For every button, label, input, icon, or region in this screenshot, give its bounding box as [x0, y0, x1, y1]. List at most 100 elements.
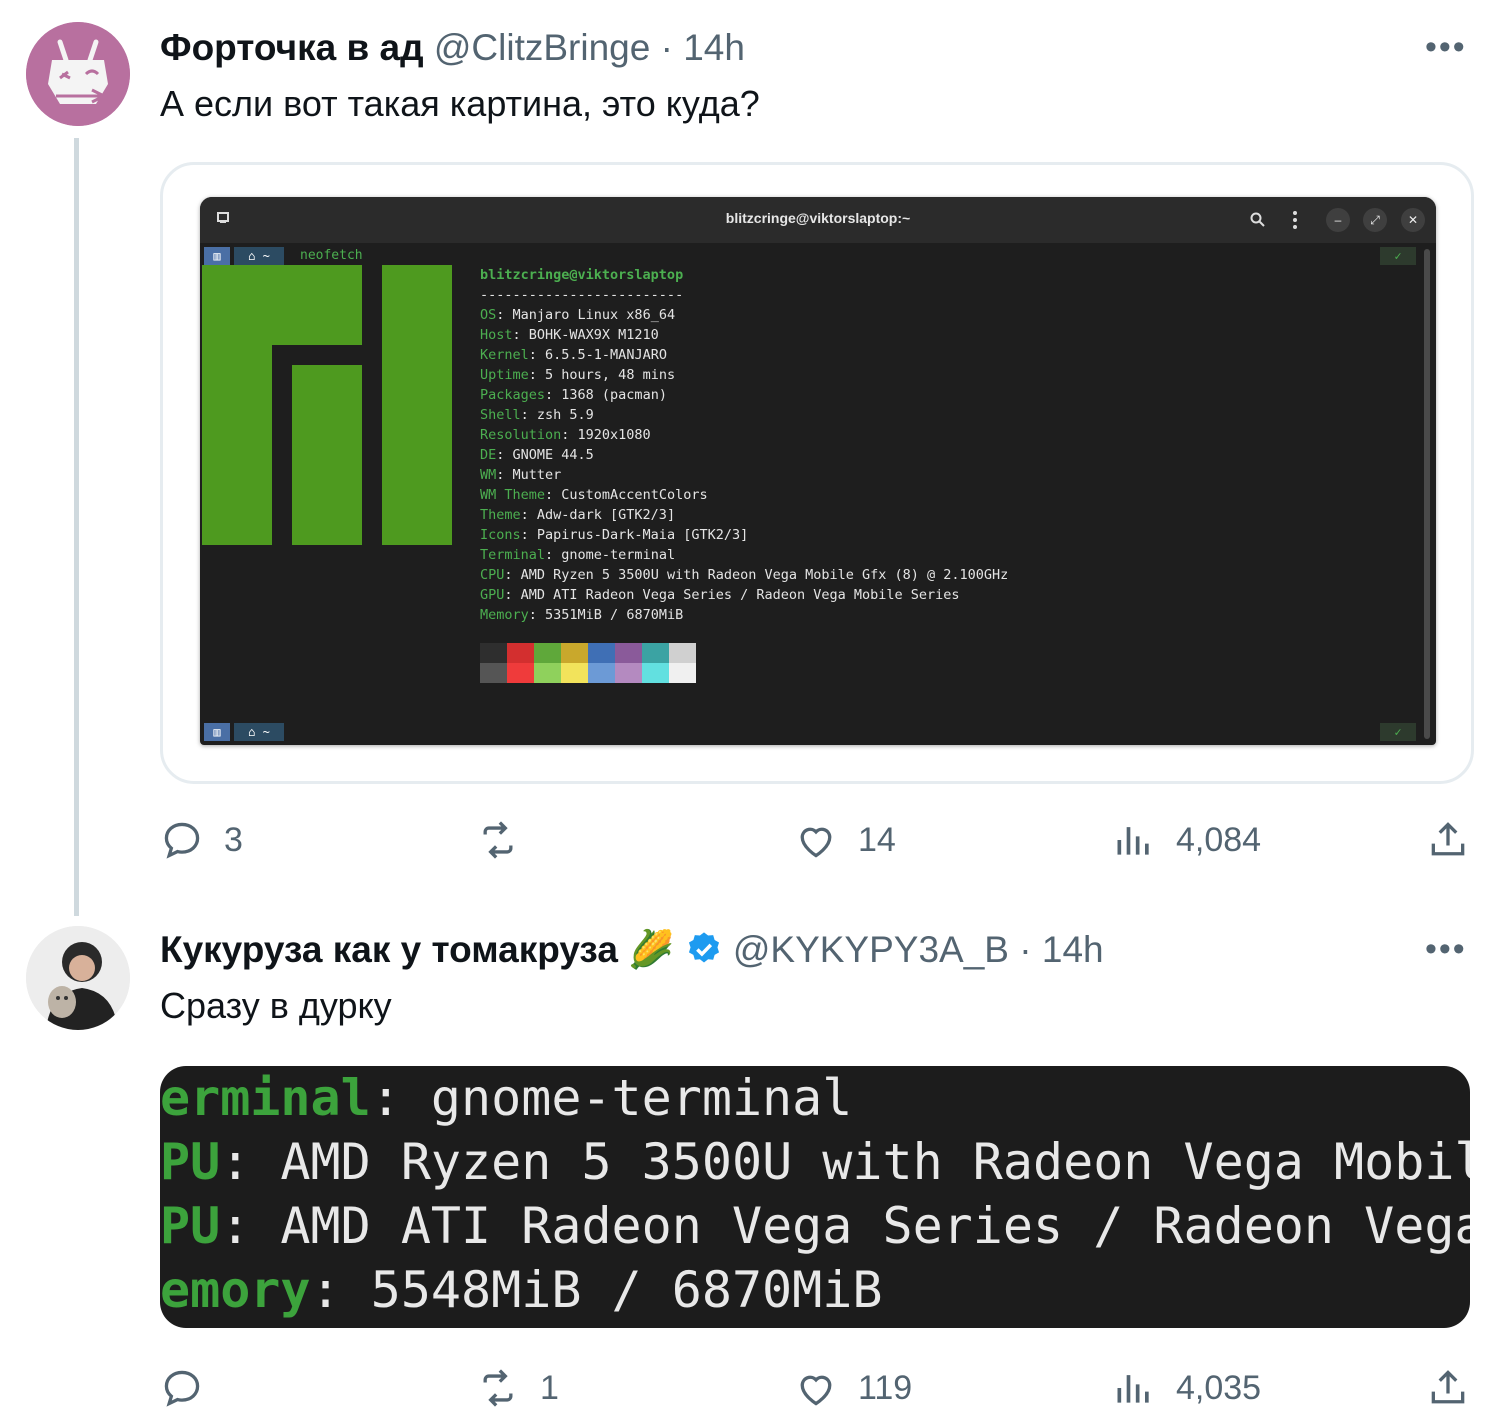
neofetch-key: Packages [480, 387, 546, 403]
more-options-button[interactable]: ••• [1425, 930, 1467, 969]
palette-swatch [534, 643, 561, 663]
neofetch-value: : Papirus-Dark-Maia [GTK2/3] [520, 527, 749, 543]
display-name[interactable]: Форточка в ад [160, 27, 424, 68]
neofetch-line: Resolution: 1920x1080 [480, 425, 651, 445]
terminal-crop-value: : gnome-terminal [370, 1069, 853, 1127]
neofetch-line: DE: GNOME 44.5 [480, 445, 594, 465]
terminal-crop-key: erminal [160, 1069, 371, 1127]
like-icon [794, 1366, 838, 1410]
neofetch-value: : AMD Ryzen 5 3500U with Radeon Vega Mob… [504, 567, 1009, 583]
terminal-titlebar: blitzcringe@viktorslaptop:~ – ⤢ ✕ [200, 197, 1436, 243]
user-handle[interactable]: @ClitzBringe [434, 27, 650, 68]
share-button[interactable] [1426, 812, 1470, 868]
like-count: 14 [858, 820, 896, 859]
close-icon: ✕ [1401, 208, 1425, 232]
terminal-crop-value: : 5548MiB / 6870MiB [310, 1261, 883, 1319]
palette-swatch [669, 663, 696, 683]
neofetch-key: Icons [480, 527, 521, 543]
neofetch-value: : Adw-dark [GTK2/3] [520, 507, 676, 523]
palette-swatch [642, 643, 669, 663]
palette-swatch [588, 663, 615, 683]
minimize-icon: – [1326, 208, 1350, 232]
tweet-media[interactable]: blitzcringe@viktorslaptop:~ – ⤢ ✕ ▥ ⌂ ~ … [160, 162, 1474, 784]
corn-emoji: 🌽 [628, 929, 675, 970]
neofetch-key: Resolution [480, 427, 562, 443]
terminal-crop-key: PU [160, 1133, 221, 1191]
maximize-icon: ⤢ [1363, 208, 1387, 232]
prompt-segment-home-2: ⌂ ~ [234, 723, 284, 741]
neofetch-value: : gnome-terminal [545, 547, 676, 563]
reply-button[interactable]: 3 [160, 812, 243, 868]
neofetch-line: Theme: Adw-dark [GTK2/3] [480, 505, 675, 525]
palette-swatch [480, 663, 507, 683]
neofetch-key: WM Theme [480, 487, 546, 503]
neofetch-line: Icons: Papirus-Dark-Maia [GTK2/3] [480, 525, 748, 545]
search-icon [1250, 212, 1266, 233]
tweet-media[interactable]: erminal: gnome-terminal PU: AMD Ryzen 5 3… [160, 1066, 1470, 1328]
neofetch-value: : CustomAccentColors [545, 487, 708, 503]
like-button[interactable]: 119 [794, 1360, 912, 1416]
neofetch-value: : 1920x1080 [561, 427, 651, 443]
kebab-menu-icon [1292, 210, 1298, 235]
terminal-window: blitzcringe@viktorslaptop:~ – ⤢ ✕ ▥ ⌂ ~ … [200, 197, 1436, 745]
like-button[interactable]: 14 [794, 812, 896, 868]
neofetch-key: CPU [480, 567, 505, 583]
like-icon [794, 818, 838, 862]
terminal-crop-key: emory [160, 1261, 311, 1319]
palette-swatch [534, 663, 561, 683]
views-count: 4,035 [1176, 1368, 1262, 1407]
palette-swatch [615, 643, 642, 663]
avatar-1[interactable] [26, 22, 130, 126]
retweet-button[interactable] [476, 812, 540, 868]
timestamp[interactable]: 14h [1042, 929, 1104, 970]
prompt-segment-home: ⌂ ~ [234, 247, 284, 265]
neofetch-key: GPU [480, 587, 505, 603]
prompt-segment-os-2: ▥ [204, 723, 230, 741]
neofetch-line: CPU: AMD Ryzen 5 3500U with Radeon Vega … [480, 565, 1008, 585]
neofetch-key: Uptime [480, 367, 529, 383]
terminal-crop-line: erminal: gnome-terminal [160, 1066, 852, 1130]
neofetch-value: : 5 hours, 48 mins [528, 367, 676, 383]
more-options-button[interactable]: ••• [1425, 28, 1467, 67]
terminal-crop-line: PU: AMD Ryzen 5 3500U with Radeon Vega M… [160, 1130, 1470, 1194]
dot-separator: · [1019, 929, 1032, 970]
views-count: 4,084 [1176, 820, 1262, 859]
palette-swatch [588, 643, 615, 663]
terminal-scrollbar[interactable] [1424, 249, 1430, 739]
user-handle[interactable]: @KYKYPY3A_B [733, 929, 1009, 970]
neofetch-key: Memory [480, 607, 529, 623]
neofetch-line: Terminal: gnome-terminal [480, 545, 675, 565]
neofetch-key: Shell [480, 407, 521, 423]
neofetch-value: : BOHK-WAX9X M1210 [512, 327, 659, 343]
neofetch-key: WM [480, 467, 497, 483]
views-button[interactable]: 4,084 [1112, 812, 1261, 868]
prompt-status-ok: ✓ [1380, 247, 1416, 265]
neofetch-line: Host: BOHK-WAX9X M1210 [480, 325, 659, 345]
views-icon [1112, 1366, 1156, 1410]
neofetch-value: : zsh 5.9 [520, 407, 594, 423]
neofetch-key: OS [480, 307, 497, 323]
tweet-1-actions: 3 14 4,084 [160, 812, 1470, 868]
reply-count: 3 [224, 820, 243, 859]
share-button[interactable] [1426, 1360, 1470, 1416]
palette-swatch [480, 643, 507, 663]
retweet-button[interactable]: 1 [476, 1360, 559, 1416]
neofetch-line: WM: Mutter [480, 465, 561, 485]
display-name[interactable]: Кукуруза как у томакруза [160, 929, 618, 970]
retweet-count: 1 [540, 1368, 559, 1407]
thread-line [74, 138, 79, 916]
neofetch-value: : Mutter [496, 467, 562, 483]
neofetch-value: : 5351MiB / 6870MiB [528, 607, 684, 623]
neofetch-value: : 6.5.5-1-MANJARO [528, 347, 667, 363]
verified-icon [685, 930, 723, 978]
views-button[interactable]: 4,035 [1112, 1360, 1261, 1416]
neofetch-user-host: blitzcringe@viktorslaptop [480, 267, 684, 283]
prompt-status-ok-2: ✓ [1380, 723, 1416, 741]
neofetch-key: Terminal [480, 547, 546, 563]
prompt-command: neofetch [300, 248, 363, 263]
reply-button[interactable] [160, 1360, 224, 1416]
neofetch-key: Kernel [480, 347, 529, 363]
timestamp[interactable]: 14h [683, 27, 745, 68]
avatar-2[interactable] [26, 926, 130, 1030]
neofetch-line: Memory: 5351MiB / 6870MiB [480, 605, 683, 625]
